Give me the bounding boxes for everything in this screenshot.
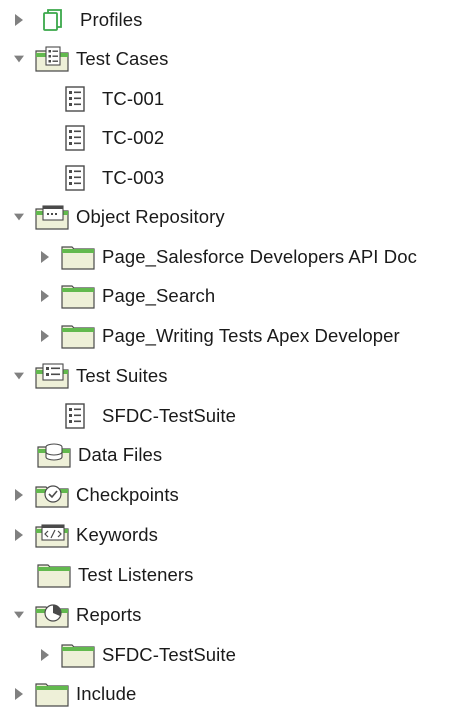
tree-item-reports[interactable]: Reports xyxy=(0,597,449,633)
tree-item-page-writing-tests[interactable]: Page_Writing Tests Apex Developer xyxy=(0,318,449,354)
folder-icon xyxy=(60,641,96,669)
test-cases-folder-icon xyxy=(34,45,70,73)
test-case-icon xyxy=(62,164,88,192)
test-listeners-folder-icon xyxy=(36,561,72,589)
tree-item-label: TC-003 xyxy=(102,167,165,188)
tree-item-label: Page_Writing Tests Apex Developer xyxy=(102,325,400,346)
tree-item-label: Test Cases xyxy=(76,48,169,69)
tree-item-label: SFDC-TestSuite xyxy=(102,644,237,665)
expand-arrow-icon[interactable] xyxy=(14,687,24,701)
keywords-folder-icon xyxy=(34,521,70,549)
folder-icon xyxy=(60,322,96,350)
expand-arrow-icon[interactable] xyxy=(40,329,50,343)
reports-folder-icon xyxy=(34,601,70,629)
collapse-arrow-icon[interactable] xyxy=(14,52,24,66)
project-explorer-tree: Profiles Test Cases TC-001 TC-002 TC-003… xyxy=(0,0,449,707)
tree-item-checkpoints[interactable]: Checkpoints xyxy=(0,477,449,513)
include-folder-icon xyxy=(34,680,70,708)
collapse-arrow-icon[interactable] xyxy=(14,210,24,224)
tree-item-label: Checkpoints xyxy=(76,484,179,505)
data-files-folder-icon xyxy=(36,441,72,469)
folder-icon xyxy=(60,243,96,271)
tree-item-tc-001[interactable]: TC-001 xyxy=(0,81,449,117)
tree-item-report-sfdc-testsuite[interactable]: SFDC-TestSuite xyxy=(0,637,449,673)
tree-item-label: SFDC-TestSuite xyxy=(102,405,237,426)
tree-item-label: Profiles xyxy=(80,9,143,30)
tree-item-label: Page_Salesforce Developers API Doc xyxy=(102,246,417,267)
folder-icon xyxy=(60,282,96,310)
expand-arrow-icon[interactable] xyxy=(14,528,24,542)
tree-item-tc-002[interactable]: TC-002 xyxy=(0,120,449,156)
tree-item-test-cases[interactable]: Test Cases xyxy=(0,41,449,77)
tree-item-sfdc-testsuite[interactable]: SFDC-TestSuite xyxy=(0,398,449,434)
tree-item-label: Page_Search xyxy=(102,285,216,306)
tree-item-page-search[interactable]: Page_Search xyxy=(0,278,449,314)
collapse-arrow-icon[interactable] xyxy=(14,369,24,383)
tree-item-label: TC-002 xyxy=(102,127,165,148)
tree-item-data-files[interactable]: Data Files xyxy=(0,437,449,473)
expand-arrow-icon[interactable] xyxy=(40,648,50,662)
tree-item-keywords[interactable]: Keywords xyxy=(0,517,449,553)
tree-item-test-listeners[interactable]: Test Listeners xyxy=(0,557,449,593)
tree-item-tc-003[interactable]: TC-003 xyxy=(0,160,449,196)
tree-item-label: Test Listeners xyxy=(78,564,194,585)
collapse-arrow-icon[interactable] xyxy=(14,608,24,622)
expand-arrow-icon[interactable] xyxy=(14,13,24,27)
tree-item-object-repository[interactable]: Object Repository xyxy=(0,199,449,235)
tree-item-page-salesforce-developers[interactable]: Page_Salesforce Developers API Doc xyxy=(0,239,449,275)
tree-item-label: Data Files xyxy=(78,444,163,465)
test-case-icon xyxy=(62,85,88,113)
test-suites-folder-icon xyxy=(34,362,70,390)
expand-arrow-icon[interactable] xyxy=(40,250,50,264)
tree-item-label: Reports xyxy=(76,604,142,625)
tree-item-label: Object Repository xyxy=(76,206,225,227)
expand-arrow-icon[interactable] xyxy=(40,289,50,303)
tree-item-label: Test Suites xyxy=(76,365,168,386)
object-repository-folder-icon xyxy=(34,203,70,231)
expand-arrow-icon[interactable] xyxy=(14,488,24,502)
test-suite-icon xyxy=(62,402,88,430)
checkpoints-folder-icon xyxy=(34,481,70,509)
tree-item-test-suites[interactable]: Test Suites xyxy=(0,358,449,394)
tree-item-label: Keywords xyxy=(76,524,159,545)
tree-item-label: TC-001 xyxy=(102,88,165,109)
test-case-icon xyxy=(62,124,88,152)
tree-item-profiles[interactable]: Profiles xyxy=(0,2,449,38)
profiles-icon xyxy=(40,6,66,34)
